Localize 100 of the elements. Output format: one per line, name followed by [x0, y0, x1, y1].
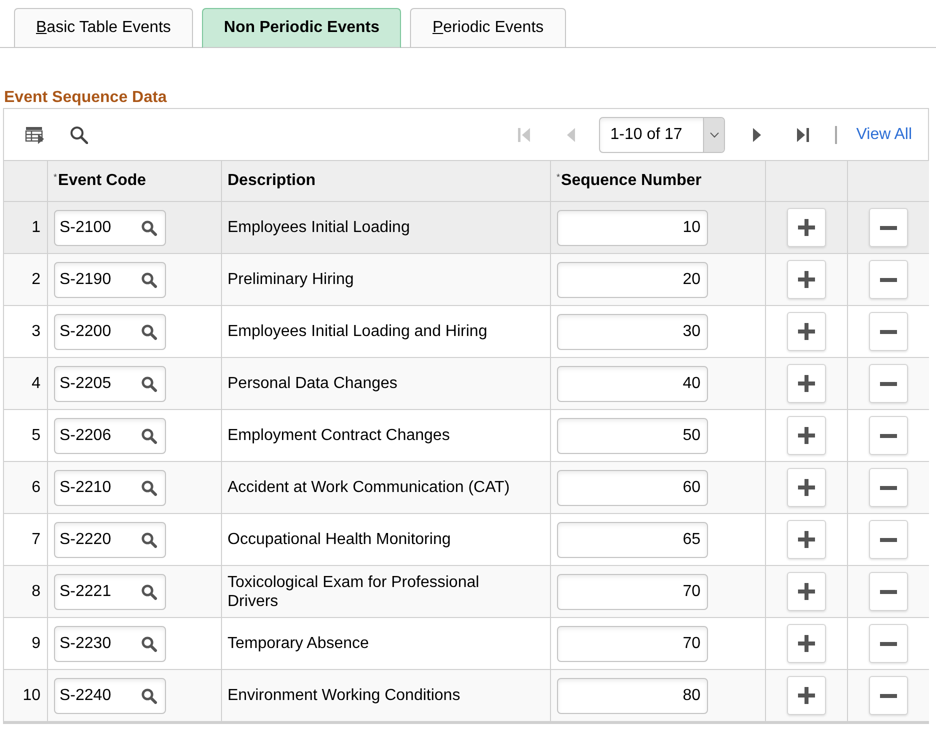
sequence-number-field[interactable]: 70 [556, 626, 708, 662]
column-header: *Sequence Number [556, 172, 702, 190]
event-code-field[interactable]: S-2100 [54, 210, 166, 246]
event-code-field[interactable]: S-2206 [54, 418, 166, 454]
table-row[interactable]: 1 S-2100 Employees Initial Loading 10 [4, 202, 929, 254]
previous-page-icon [566, 126, 575, 142]
search-icon[interactable] [140, 272, 156, 288]
table-row[interactable]: 2 S-2190 Preliminary Hiring 20 [4, 254, 929, 306]
last-page-icon [796, 126, 810, 142]
sequence-number-field[interactable]: 60 [556, 470, 708, 506]
search-icon[interactable] [140, 584, 156, 600]
plus-icon [798, 479, 814, 496]
tab[interactable]: Non Periodic Events [202, 8, 402, 48]
add-row-button[interactable] [786, 676, 826, 715]
plus-icon [798, 635, 814, 652]
minus-icon [880, 590, 897, 594]
event-code-field[interactable]: S-2190 [54, 262, 166, 298]
delete-row-button[interactable] [868, 260, 908, 299]
search-icon[interactable] [140, 636, 156, 652]
last-page-button[interactable] [796, 126, 810, 144]
plus-icon [798, 427, 814, 444]
delete-row-button[interactable] [868, 312, 908, 351]
table-row[interactable]: 9 S-2230 Temporary Absence 70 [4, 618, 929, 670]
row-number: 10 [22, 686, 40, 704]
delete-row-button[interactable] [868, 624, 908, 663]
event-code-field[interactable]: S-2221 [54, 574, 166, 610]
add-row-button[interactable] [786, 208, 826, 247]
minus-icon [880, 486, 897, 490]
add-row-button[interactable] [786, 260, 826, 299]
table-row[interactable]: 6 S-2210 Accident at Work Communication (CAT) 60 [4, 462, 929, 514]
delete-row-button[interactable] [868, 572, 908, 611]
event-code-field[interactable]: S-2230 [54, 626, 166, 662]
event-code-field[interactable]: S-2205 [54, 366, 166, 402]
table-row[interactable]: 4 S-2205 Personal Data Changes 40 [4, 358, 929, 410]
sequence-number-field[interactable]: 80 [556, 678, 708, 714]
sequence-number-field[interactable]: 50 [556, 418, 708, 454]
column-header: Description [228, 172, 316, 190]
plus-icon [798, 687, 814, 704]
search-icon[interactable] [140, 220, 156, 236]
event-code-field[interactable]: S-2210 [54, 470, 166, 506]
minus-icon [880, 278, 897, 282]
minus-icon [880, 330, 897, 334]
tab[interactable]: Basic Table Events [14, 8, 193, 48]
description-text: Occupational Health Monitoring [228, 530, 451, 549]
table-row[interactable]: 8 S-2221 Toxicological Exam for Professional Drivers 70 [4, 566, 929, 618]
description-text: Employment Contract Changes [228, 426, 450, 445]
row-number: 8 [32, 582, 40, 600]
sequence-number-field[interactable]: 10 [556, 210, 708, 246]
add-row-button[interactable] [786, 520, 826, 559]
table-arrow-icon [25, 126, 45, 144]
search-button[interactable] [68, 124, 90, 146]
description-text: Temporary Absence [228, 634, 369, 653]
add-row-button[interactable] [786, 312, 826, 351]
event-code-field[interactable]: S-2200 [54, 314, 166, 350]
row-number: 5 [32, 426, 40, 444]
table-row[interactable]: 10 S-2240 Environment Working Conditions 80 [4, 670, 929, 722]
chevron-down-icon [710, 132, 719, 138]
add-row-button[interactable] [786, 624, 826, 663]
range-dropdown[interactable]: 1-10 of 17 [599, 116, 726, 152]
search-icon[interactable] [140, 532, 156, 548]
add-row-button[interactable] [786, 468, 826, 507]
plus-icon [798, 219, 814, 236]
delete-row-button[interactable] [868, 468, 908, 507]
search-icon [70, 126, 88, 144]
description-text: Environment Working Conditions [228, 686, 460, 705]
search-icon[interactable] [140, 480, 156, 496]
delete-row-button[interactable] [868, 676, 908, 715]
sequence-number-field[interactable]: 70 [556, 574, 708, 610]
search-icon[interactable] [140, 688, 156, 704]
search-icon[interactable] [140, 376, 156, 392]
table-row[interactable]: 7 S-2220 Occupational Health Monitoring 65 [4, 514, 929, 566]
add-row-button[interactable] [786, 416, 826, 455]
event-code-field[interactable]: S-2240 [54, 678, 166, 714]
add-row-button[interactable] [786, 364, 826, 403]
event-code-field[interactable]: S-2220 [54, 522, 166, 558]
sequence-number-field[interactable]: 40 [556, 366, 708, 402]
add-row-button[interactable] [786, 572, 826, 611]
plus-icon [798, 583, 814, 600]
view-all-link[interactable]: View All [856, 126, 912, 144]
delete-row-button[interactable] [868, 416, 908, 455]
description-text: Preliminary Hiring [228, 270, 354, 289]
plus-icon [798, 323, 814, 340]
row-number: 7 [32, 530, 40, 548]
table-row[interactable]: 5 S-2206 Employment Contract Changes 50 [4, 410, 929, 462]
table-row[interactable]: 3 S-2200 Employees Initial Loading and Hiring 30 [4, 306, 929, 358]
minus-icon [880, 694, 897, 698]
minus-icon [880, 434, 897, 438]
tab[interactable]: Periodic Events [410, 8, 566, 48]
sequence-number-field[interactable]: 20 [556, 262, 708, 298]
row-number: 6 [32, 478, 40, 496]
description-text: Toxicological Exam for Professional Drivers [228, 572, 480, 610]
minus-icon [880, 538, 897, 542]
delete-row-button[interactable] [868, 364, 908, 403]
delete-row-button[interactable] [868, 208, 908, 247]
sequence-number-field[interactable]: 30 [556, 314, 708, 350]
search-icon[interactable] [140, 324, 156, 340]
search-icon[interactable] [140, 428, 156, 444]
sequence-number-field[interactable]: 65 [556, 522, 708, 558]
column-header: *Event Code [54, 172, 146, 190]
delete-row-button[interactable] [868, 520, 908, 559]
